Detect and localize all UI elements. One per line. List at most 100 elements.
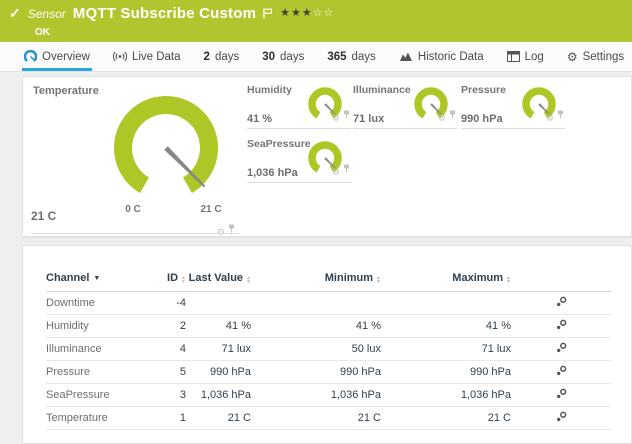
tab-settings[interactable]: ⚙ Settings (565, 42, 626, 71)
tab-label: days (280, 51, 304, 63)
sort-icon: ▲▼ (181, 276, 186, 284)
col-label: ID (167, 272, 178, 284)
gauge-name: Humidity (247, 84, 292, 96)
maximum-value: 1,036 hPa (381, 384, 511, 407)
table-row-seapressure: SeaPressure 3 1,036 hPa 1,036 hPa 1,036 … (46, 384, 611, 407)
col-header-maximum[interactable]: Maximum▲▼ (381, 270, 511, 292)
minimum-value: 990 hPa (251, 361, 381, 384)
table-header-row: Channel▼ ID▲▼ Last Value▲▼ Minimum▲▼ Max… (46, 270, 611, 292)
gauge-cell-seapressure: SeaPressure 1,036 hPa ⚙ (247, 137, 351, 183)
sort-icon: ▲▼ (376, 276, 381, 284)
gauge-name: Illuminance (353, 84, 411, 96)
tab-label: days (352, 51, 376, 63)
object-kind-label: Sensor (28, 7, 66, 21)
tab-historic-data[interactable]: Historic Data (397, 42, 486, 71)
gauge-value: 41 % (247, 113, 272, 125)
tab-label: Live Data (132, 51, 181, 63)
tab-365-days[interactable]: 365 days (325, 42, 377, 71)
edit-channel-wrench-icon[interactable] (556, 321, 567, 333)
last-value: 1,036 hPa (186, 384, 251, 407)
col-label: Minimum (325, 272, 373, 284)
edit-channel-wrench-icon[interactable] (556, 390, 567, 402)
channel-name: Downtime (46, 292, 141, 315)
channel-id: 2 (141, 315, 186, 338)
gauge-gear-icon[interactable]: ⚙ (332, 169, 340, 178)
channel-id: 3 (141, 384, 186, 407)
gauge-pin-icon[interactable] (557, 106, 564, 124)
maximum-value: 41 % (381, 315, 511, 338)
tab-live-data[interactable]: Live Data (111, 42, 183, 71)
minimum-value: 1,036 hPa (251, 384, 381, 407)
channel-id: 4 (141, 338, 186, 361)
table-row-humidity: Humidity 2 41 % 41 % 41 % (46, 315, 611, 338)
tab-label: Log (525, 51, 544, 63)
gauge-value: 1,036 hPa (247, 167, 298, 179)
gear-icon: ⚙ (567, 51, 578, 63)
sort-desc-icon: ▼ (93, 275, 100, 282)
tab-label: days (215, 51, 239, 63)
minimum-value (251, 292, 381, 315)
col-header-id[interactable]: ID▲▼ (141, 270, 186, 292)
tab-day-count: 30 (262, 51, 275, 63)
stars-filled: ★★★ (280, 7, 313, 19)
tab-overview[interactable]: Overview (22, 42, 92, 71)
gauge-gear-icon[interactable]: ⚙ (438, 115, 446, 124)
channel-name: Pressure (46, 361, 141, 384)
minimum-value: 50 lux (251, 338, 381, 361)
status-badge: OK (35, 27, 632, 38)
gauges-panel: Temperature 0 C 21 C 21 C ⚙ Humidity 41 … (22, 76, 632, 237)
sensor-title: MQTT Subscribe Custom (73, 5, 256, 22)
gauge-icon (24, 50, 37, 63)
edit-channel-wrench-icon[interactable] (556, 298, 567, 310)
gauge-pin-icon[interactable] (343, 106, 350, 124)
table-row-temperature: Temperature 1 21 C 21 C 21 C (46, 407, 611, 430)
tab-log[interactable]: Log (505, 42, 546, 71)
edit-channel-wrench-icon[interactable] (556, 367, 567, 379)
table-row-pressure: Pressure 5 990 hPa 990 hPa 990 hPa (46, 361, 611, 384)
minimum-value: 21 C (251, 407, 381, 430)
gauge-value: 71 lux (353, 113, 384, 125)
channel-name: SeaPressure (46, 384, 141, 407)
edit-channel-wrench-icon[interactable] (556, 413, 567, 425)
primary-gauge-name: Temperature (33, 85, 99, 97)
maximum-value (381, 292, 511, 315)
priority-stars[interactable]: ★★★☆☆ (280, 6, 334, 19)
tab-day-count: 2 (204, 51, 210, 63)
edit-channel-wrench-icon[interactable] (556, 344, 567, 356)
priority-flag-icon[interactable] (263, 6, 273, 24)
maximum-value: 990 hPa (381, 361, 511, 384)
gauge-scale-max: 21 C (191, 204, 231, 215)
last-value: 990 hPa (186, 361, 251, 384)
sort-icon: ▲▼ (246, 276, 251, 284)
channel-id: 1 (141, 407, 186, 430)
channel-name: Temperature (46, 407, 141, 430)
col-header-last-value[interactable]: Last Value▲▼ (186, 270, 251, 292)
gauge-name: Pressure (461, 84, 506, 96)
gauge-gear-icon[interactable]: ⚙ (546, 115, 554, 124)
channel-table: Channel▼ ID▲▼ Last Value▲▼ Minimum▲▼ Max… (46, 270, 611, 430)
channel-id: 5 (141, 361, 186, 384)
col-label: Maximum (452, 272, 503, 284)
maximum-value: 71 lux (381, 338, 511, 361)
table-row-illuminance: Illuminance 4 71 lux 50 lux 71 lux (46, 338, 611, 361)
col-header-minimum[interactable]: Minimum▲▼ (251, 270, 381, 292)
col-header-tools (511, 270, 611, 292)
col-header-channel[interactable]: Channel▼ (46, 270, 141, 292)
gauge-pin-icon[interactable] (228, 220, 235, 238)
gauge-pin-icon[interactable] (343, 160, 350, 178)
tab-30-days[interactable]: 30 days (260, 42, 306, 71)
tab-2-days[interactable]: 2 days (202, 42, 242, 71)
log-table-icon (507, 51, 520, 62)
minimum-value: 41 % (251, 315, 381, 338)
last-value: 21 C (186, 407, 251, 430)
col-label: Last Value (189, 272, 243, 284)
divider (31, 233, 239, 234)
channel-table-panel: Channel▼ ID▲▼ Last Value▲▼ Minimum▲▼ Max… (22, 245, 632, 444)
gauge-pin-icon[interactable] (449, 106, 456, 124)
channel-id: -4 (141, 292, 186, 315)
table-row-downtime: Downtime -4 (46, 292, 611, 315)
status-ok-check-icon: ✓ (9, 7, 21, 19)
gauge-gear-icon[interactable]: ⚙ (332, 115, 340, 124)
temperature-gauge (106, 88, 226, 213)
tab-label: Historic Data (418, 51, 484, 63)
